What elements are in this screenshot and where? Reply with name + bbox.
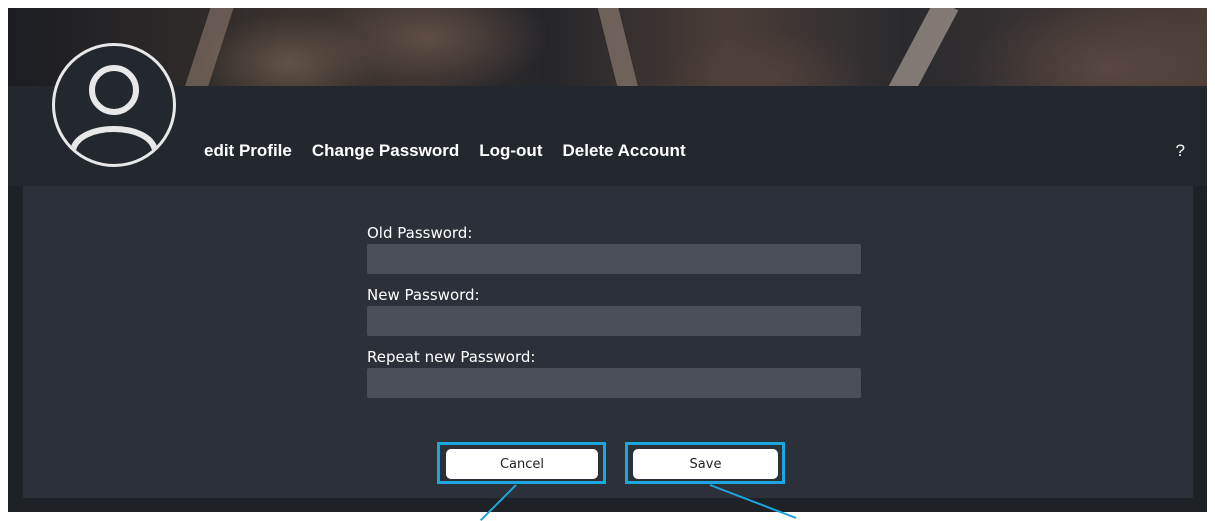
nav-change-password[interactable]: Change Password — [312, 141, 459, 161]
new-password-input[interactable] — [367, 306, 861, 336]
user-avatar-icon[interactable] — [52, 43, 176, 167]
header-banner-image — [8, 8, 1207, 108]
header-bar — [8, 86, 1207, 186]
app-frame: edit Profile Change Password Log-out Del… — [8, 8, 1207, 512]
nav-log-out[interactable]: Log-out — [479, 141, 542, 161]
old-password-input[interactable] — [367, 244, 861, 274]
cancel-button[interactable]: Cancel — [446, 449, 598, 479]
nav-edit-profile[interactable]: edit Profile — [204, 141, 292, 161]
nav-delete-account[interactable]: Delete Account — [562, 141, 685, 161]
old-password-label: Old Password: — [367, 224, 473, 242]
repeat-password-input[interactable] — [367, 368, 861, 398]
profile-nav: edit Profile Change Password Log-out Del… — [204, 141, 706, 161]
save-button[interactable]: Save — [633, 449, 778, 479]
help-icon[interactable]: ? — [1176, 141, 1185, 161]
change-password-panel: Old Password: New Password: Repeat new P… — [23, 186, 1193, 498]
repeat-password-label: Repeat new Password: — [367, 348, 536, 366]
new-password-label: New Password: — [367, 286, 480, 304]
change-password-form: Old Password: New Password: Repeat new P… — [367, 224, 861, 410]
